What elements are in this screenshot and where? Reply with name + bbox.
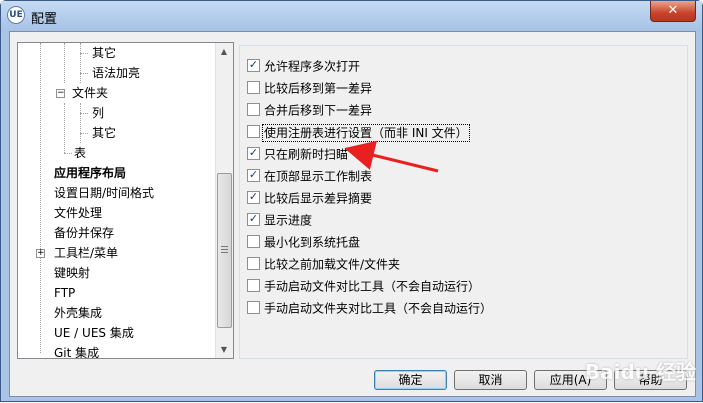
annotation-arrow-icon xyxy=(344,140,439,173)
config-window: UE 配置 ✕ 其它 语法加亮 − 文件夹 列 其它 表 应用程序布局 设置日期… xyxy=(0,0,703,402)
